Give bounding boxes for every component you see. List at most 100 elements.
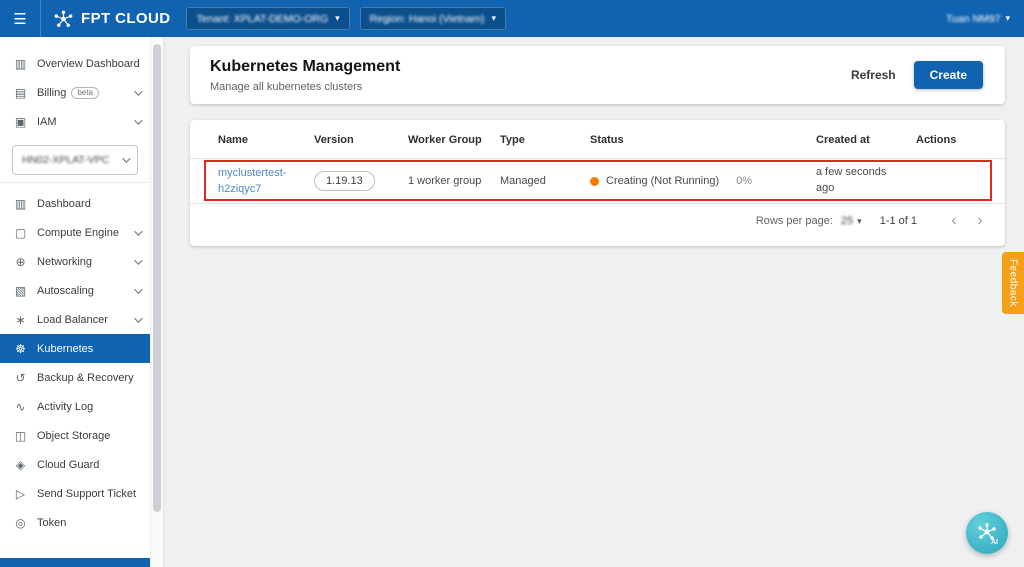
cell-name: myclustertest-h2ziqyc7	[218, 165, 314, 198]
chevron-down-icon	[134, 226, 143, 236]
sidebar-item-autoscaling[interactable]: ▧ Autoscaling	[0, 276, 150, 305]
sidebar: ▥ Overview Dashboard ▤ Billing beta ▣ IAM HN02…	[0, 37, 163, 567]
iam-icon: ▣	[14, 114, 27, 129]
hamburger-icon: ☰	[13, 10, 27, 28]
previous-page-button[interactable]: ‹	[941, 213, 967, 229]
sidebar-item-token[interactable]: ◎ Token	[0, 508, 150, 537]
chevron-down-icon	[122, 154, 131, 163]
tenant-select[interactable]: Tenant: XPLAT-DEMO-ORG ▾	[186, 7, 350, 30]
sidebar-item-label: IAM	[37, 115, 57, 128]
sidebar-item-label: Token	[37, 516, 67, 529]
backup-icon: ↺	[15, 370, 26, 385]
ai-assistant-icon: AI	[978, 523, 998, 546]
chevron-down-icon	[134, 86, 143, 96]
shield-icon: ◈	[15, 457, 26, 472]
chevron-down-icon	[134, 284, 143, 294]
bar-chart-icon: ▥	[14, 56, 27, 71]
sidebar-scrollbar-thumb[interactable]	[153, 44, 161, 512]
header-actions: Refresh Create	[851, 61, 983, 89]
page-header-text: Kubernetes Management Manage all kuberne…	[210, 58, 400, 93]
table-row: myclustertest-h2ziqyc7 1.19.13 1 worker …	[190, 159, 1005, 203]
brand-text: FPT CLOUD	[81, 10, 171, 27]
rows-per-page-value: 25	[840, 215, 854, 227]
sidebar-item-label: Networking	[37, 255, 93, 268]
hamburger-menu-button[interactable]: ☰	[0, 0, 41, 37]
sidebar-scrollbar[interactable]	[150, 37, 163, 567]
feedback-tab[interactable]: Feedback	[1002, 252, 1024, 314]
sidebar-item-overview-dashboard[interactable]: ▥ Overview Dashboard	[0, 49, 150, 78]
billing-icon: ▤	[14, 85, 27, 100]
column-header-actions: Actions	[916, 134, 957, 146]
sidebar-item-billing[interactable]: ▤ Billing beta	[0, 78, 150, 107]
sidebar-item-label: Compute Engine	[37, 226, 119, 239]
user-name: Tuan NM97	[946, 12, 1001, 25]
beta-badge: beta	[71, 86, 99, 99]
refresh-button[interactable]: Refresh	[851, 68, 896, 82]
region-select-value: Region: Hanoi (Vietnam)	[369, 12, 485, 25]
sidebar-item-dashboard[interactable]: ▥ Dashboard	[0, 189, 150, 218]
chevron-down-icon	[134, 313, 143, 323]
status-progress: 0%	[736, 175, 753, 187]
created-at-text: a few seconds ago	[816, 166, 887, 194]
token-icon: ◎	[15, 515, 26, 530]
sidebar-item-object-storage[interactable]: ◫ Object Storage	[0, 421, 150, 450]
sidebar-item-label: Backup & Recovery	[37, 371, 134, 384]
sidebar-item-kubernetes[interactable]: ☸ Kubernetes	[0, 334, 150, 363]
table-header-row: Name Version Worker Group Type Status Created…	[190, 122, 1005, 158]
sidebar-item-label: Dashboard	[37, 197, 91, 210]
version-chip: 1.19.13	[314, 171, 375, 191]
region-select[interactable]: Region: Hanoi (Vietnam) ▾	[359, 7, 506, 30]
vpc-select[interactable]: HN02-XPLAT-VPC	[12, 145, 138, 175]
load-balancer-icon: ∗	[15, 312, 26, 327]
sidebar-item-label: Overview Dashboard	[37, 57, 140, 70]
fpt-cloud-logo: FPT CLOUD	[41, 9, 186, 29]
status-text: Creating (Not Running)	[606, 175, 720, 187]
sidebar-item-backup-recovery[interactable]: ↺ Backup & Recovery	[0, 363, 150, 392]
status-dot-icon	[590, 176, 599, 186]
send-icon: ▷	[15, 486, 26, 501]
user-menu[interactable]: Tuan NM97 ▾	[946, 13, 1024, 25]
caret-down-icon: ▾	[491, 13, 496, 23]
cell-version: 1.19.13	[314, 171, 408, 191]
column-header-worker-group: Worker Group	[408, 134, 482, 146]
sidebar-item-send-support-ticket[interactable]: ▷ Send Support Ticket	[0, 479, 150, 508]
cluster-name-link[interactable]: myclustertest-h2ziqyc7	[218, 165, 302, 198]
page-root: { "topbar": { "brand": "FPT CLOUD", "ten…	[0, 0, 1024, 567]
column-header-version: Version	[314, 134, 354, 146]
vpc-select-value: HN02-XPLAT-VPC	[22, 154, 110, 166]
sidebar-item-compute-engine[interactable]: ▢ Compute Engine	[0, 218, 150, 247]
sidebar-item-label: Cloud Guard	[37, 458, 100, 471]
page-header-card: Kubernetes Management Manage all kuberne…	[190, 46, 1005, 104]
next-page-button[interactable]: ›	[967, 213, 993, 229]
caret-down-icon: ▾	[1005, 13, 1010, 23]
sidebar-nav-top: ▥ Overview Dashboard ▤ Billing beta ▣ IAM	[0, 49, 150, 136]
sidebar-item-load-balancer[interactable]: ∗ Load Balancer	[0, 305, 150, 334]
sidebar-item-cloud-guard[interactable]: ◈ Cloud Guard	[0, 450, 150, 479]
networking-icon: ⊕	[15, 254, 26, 269]
clusters-table-card: Name Version Worker Group Type Status Created…	[190, 120, 1005, 246]
cell-status: Creating (Not Running) 0%	[590, 175, 816, 187]
sidebar-item-iam[interactable]: ▣ IAM	[0, 107, 150, 136]
column-header-created-at: Created at	[816, 134, 870, 146]
create-button[interactable]: Create	[913, 61, 983, 89]
rows-per-page-label: Rows per page:	[755, 215, 833, 227]
pagination-range: 1-1 of 1	[879, 215, 917, 227]
compute-icon: ▢	[14, 225, 27, 240]
column-header-name: Name	[218, 134, 248, 146]
sidebar-item-label: Send Support Ticket	[37, 487, 137, 500]
rows-per-page-select[interactable]: 25 ▾	[841, 215, 862, 227]
caret-down-icon: ▾	[335, 13, 340, 23]
autoscaling-icon: ▧	[14, 283, 27, 298]
sidebar-item-label: Billing	[37, 86, 67, 99]
tenant-select-value: Tenant: XPLAT-DEMO-ORG	[196, 12, 329, 25]
page-subtitle: Manage all kubernetes clusters	[210, 80, 363, 93]
sidebar-item-label: Autoscaling	[37, 284, 94, 297]
caret-down-icon: ▾	[857, 215, 862, 226]
sidebar-item-networking[interactable]: ⊕ Networking	[0, 247, 150, 276]
sidebar-item-activity-log[interactable]: ∿ Activity Log	[0, 392, 150, 421]
svg-text:AI: AI	[991, 539, 998, 546]
ai-assistant-button[interactable]: AI	[966, 512, 1008, 554]
column-header-status: Status	[590, 134, 624, 146]
topbar: ☰ FPT CLOUD Tenant: XPLAT-DEMO-ORG ▾ Reg…	[0, 0, 1024, 37]
sidebar-item-label: Activity Log	[37, 400, 94, 413]
